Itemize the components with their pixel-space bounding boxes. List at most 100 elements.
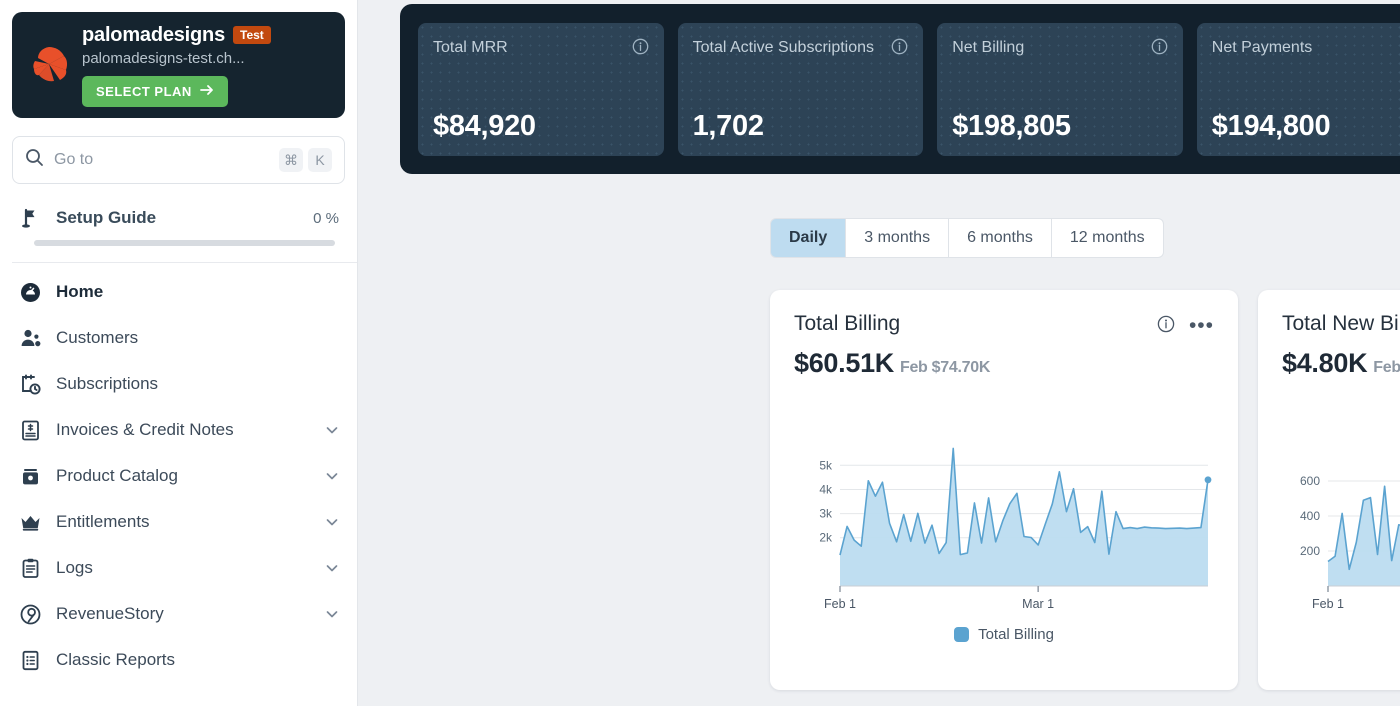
sidebar-item-customers[interactable]: Customers	[0, 315, 357, 361]
card-header: Total Billing •••	[794, 312, 1214, 338]
tab-3-months[interactable]: 3 months	[846, 218, 949, 258]
sidebar-item-entitlements[interactable]: Entitlements	[0, 499, 357, 545]
tab-6-months[interactable]: 6 months	[949, 218, 1052, 258]
kpi-header: Total Active Subscriptions	[693, 36, 909, 59]
kpi-card-net-billing[interactable]: Net Billing $198,805	[937, 23, 1183, 156]
kpi-header: Net Billing	[952, 36, 1168, 59]
kpi-value: $194,800	[1212, 110, 1400, 143]
kpi-value: $198,805	[952, 110, 1168, 143]
card-value: $60.51K Feb $74.70K	[794, 348, 1214, 379]
target-nine-icon	[18, 602, 42, 626]
range-tabs: Daily 3 months 6 months 12 months	[770, 218, 1164, 258]
sidebar-item-revenuestory[interactable]: RevenueStory	[0, 591, 357, 637]
tab-daily[interactable]: Daily	[770, 218, 846, 258]
people-icon	[18, 326, 42, 350]
legend-swatch	[954, 627, 969, 642]
sidebar-item-subscriptions[interactable]: Subscriptions	[0, 361, 357, 407]
chargebee-pinwheel-icon	[26, 42, 72, 88]
card-value-text: $60.51K	[794, 348, 894, 378]
box-icon	[18, 464, 42, 488]
card-title: Total New Billing	[1282, 312, 1400, 336]
sidebar-item-label: Invoices & Credit Notes	[56, 420, 311, 440]
kpi-card-total-active-subscriptions[interactable]: Total Active Subscriptions 1,702	[678, 23, 924, 156]
setup-guide-label: Setup Guide	[56, 208, 299, 228]
card-title: Total Billing	[794, 312, 1157, 336]
flag-icon	[18, 206, 42, 230]
sidebar-item-label: Logs	[56, 558, 311, 578]
kpi-title: Net Payments	[1212, 36, 1400, 59]
svg-text:Feb 1: Feb 1	[1312, 597, 1344, 611]
sidebar: palomadesigns Test palomadesigns-test.ch…	[0, 0, 358, 706]
svg-text:3k: 3k	[819, 507, 833, 521]
kpi-value: 1,702	[693, 110, 909, 143]
kpi-card-total-mrr[interactable]: Total MRR $84,920	[418, 23, 664, 156]
svg-text:Feb 1: Feb 1	[824, 597, 856, 611]
search-shortcut: ⌘ K	[279, 148, 332, 172]
svg-text:5k: 5k	[819, 458, 833, 472]
chart-legend: Total Billing	[770, 626, 1238, 643]
chevron-down-icon[interactable]	[325, 561, 339, 575]
dashboard-gauge-icon	[18, 280, 42, 304]
svg-text:Mar 1: Mar 1	[1022, 597, 1054, 611]
chevron-down-icon[interactable]	[325, 607, 339, 621]
svg-text:2k: 2k	[819, 531, 833, 545]
card-comparison: Feb $74.70K	[900, 359, 990, 376]
brand-card[interactable]: palomadesigns Test palomadesigns-test.ch…	[12, 12, 345, 118]
info-icon[interactable]	[632, 38, 649, 55]
kpi-header: Net Payments	[1212, 36, 1400, 59]
kpi-header: Total MRR	[433, 36, 649, 59]
kbd-command-icon: ⌘	[279, 148, 303, 172]
kpi-card-net-payments[interactable]: Net Payments $194,800	[1197, 23, 1400, 156]
sidebar-item-classic-reports[interactable]: Classic Reports	[0, 637, 357, 683]
chevron-down-icon[interactable]	[325, 423, 339, 437]
crown-icon	[18, 510, 42, 534]
sidebar-item-label: RevenueStory	[56, 604, 311, 624]
main-content: Total MRR $84,920 Total Active Subscript…	[358, 0, 1400, 706]
card-comparison: Feb $8.95K	[1373, 359, 1400, 376]
card-actions: •••	[1157, 312, 1214, 338]
arrow-right-icon	[200, 84, 214, 99]
kpi-value-text: $198,805	[952, 110, 1071, 142]
setup-guide-percent: 0 %	[313, 210, 339, 227]
sidebar-item-label: Home	[56, 282, 339, 302]
search-icon	[25, 148, 44, 172]
sidebar-item-label: Entitlements	[56, 512, 311, 532]
tab-12-months[interactable]: 12 months	[1052, 218, 1164, 258]
setup-guide-progress-bar	[34, 240, 335, 246]
kpi-value-text: $84,920	[433, 110, 536, 142]
sidebar-item-logs[interactable]: Logs	[0, 545, 357, 591]
search-placeholder: Go to	[54, 151, 269, 169]
kpi-band: Total MRR $84,920 Total Active Subscript…	[400, 4, 1400, 174]
chart-total-billing[interactable]: 2k 3k 4k 5k Feb 1 Mar 1	[794, 438, 1214, 618]
brand-name: palomadesigns	[82, 24, 225, 47]
info-icon[interactable]	[891, 38, 908, 55]
sidebar-nav: Home Customers Subscriptions Invoices & …	[0, 269, 357, 683]
sidebar-divider	[12, 262, 357, 263]
info-icon[interactable]	[1157, 315, 1175, 338]
info-icon[interactable]	[1151, 38, 1168, 55]
svg-text:400: 400	[1300, 509, 1320, 523]
sidebar-item-setup-guide[interactable]: Setup Guide 0 %	[12, 206, 345, 230]
search-input[interactable]: Go to ⌘ K	[12, 136, 345, 184]
more-horizontal-icon[interactable]: •••	[1189, 320, 1214, 333]
card-value-text: $4.80K	[1282, 348, 1367, 378]
sidebar-item-label: Subscriptions	[56, 374, 339, 394]
chevron-down-icon[interactable]	[325, 515, 339, 529]
kbd-k: K	[308, 148, 332, 172]
sidebar-item-label: Classic Reports	[56, 650, 339, 670]
select-plan-label: SELECT PLAN	[96, 84, 192, 99]
sidebar-item-product-catalog[interactable]: Product Catalog	[0, 453, 357, 499]
invoice-dollar-icon	[18, 418, 42, 442]
kpi-title: Net Billing	[952, 36, 1145, 59]
select-plan-button[interactable]: SELECT PLAN	[82, 76, 228, 107]
app-root: palomadesigns Test palomadesigns-test.ch…	[0, 0, 1400, 706]
sidebar-item-home[interactable]: Home	[0, 269, 357, 315]
svg-text:4k: 4k	[819, 482, 833, 496]
sidebar-item-invoices-credit-notes[interactable]: Invoices & Credit Notes	[0, 407, 357, 453]
clipboard-icon	[18, 556, 42, 580]
chart-legend: Total New Billing	[1258, 626, 1400, 643]
chart-total-new-billing[interactable]: 200400600Feb 1Mar 1	[1282, 438, 1400, 618]
kpi-value-text: $194,800	[1212, 110, 1331, 142]
chevron-down-icon[interactable]	[325, 469, 339, 483]
card-header: Total New Billing •••	[1282, 312, 1400, 338]
